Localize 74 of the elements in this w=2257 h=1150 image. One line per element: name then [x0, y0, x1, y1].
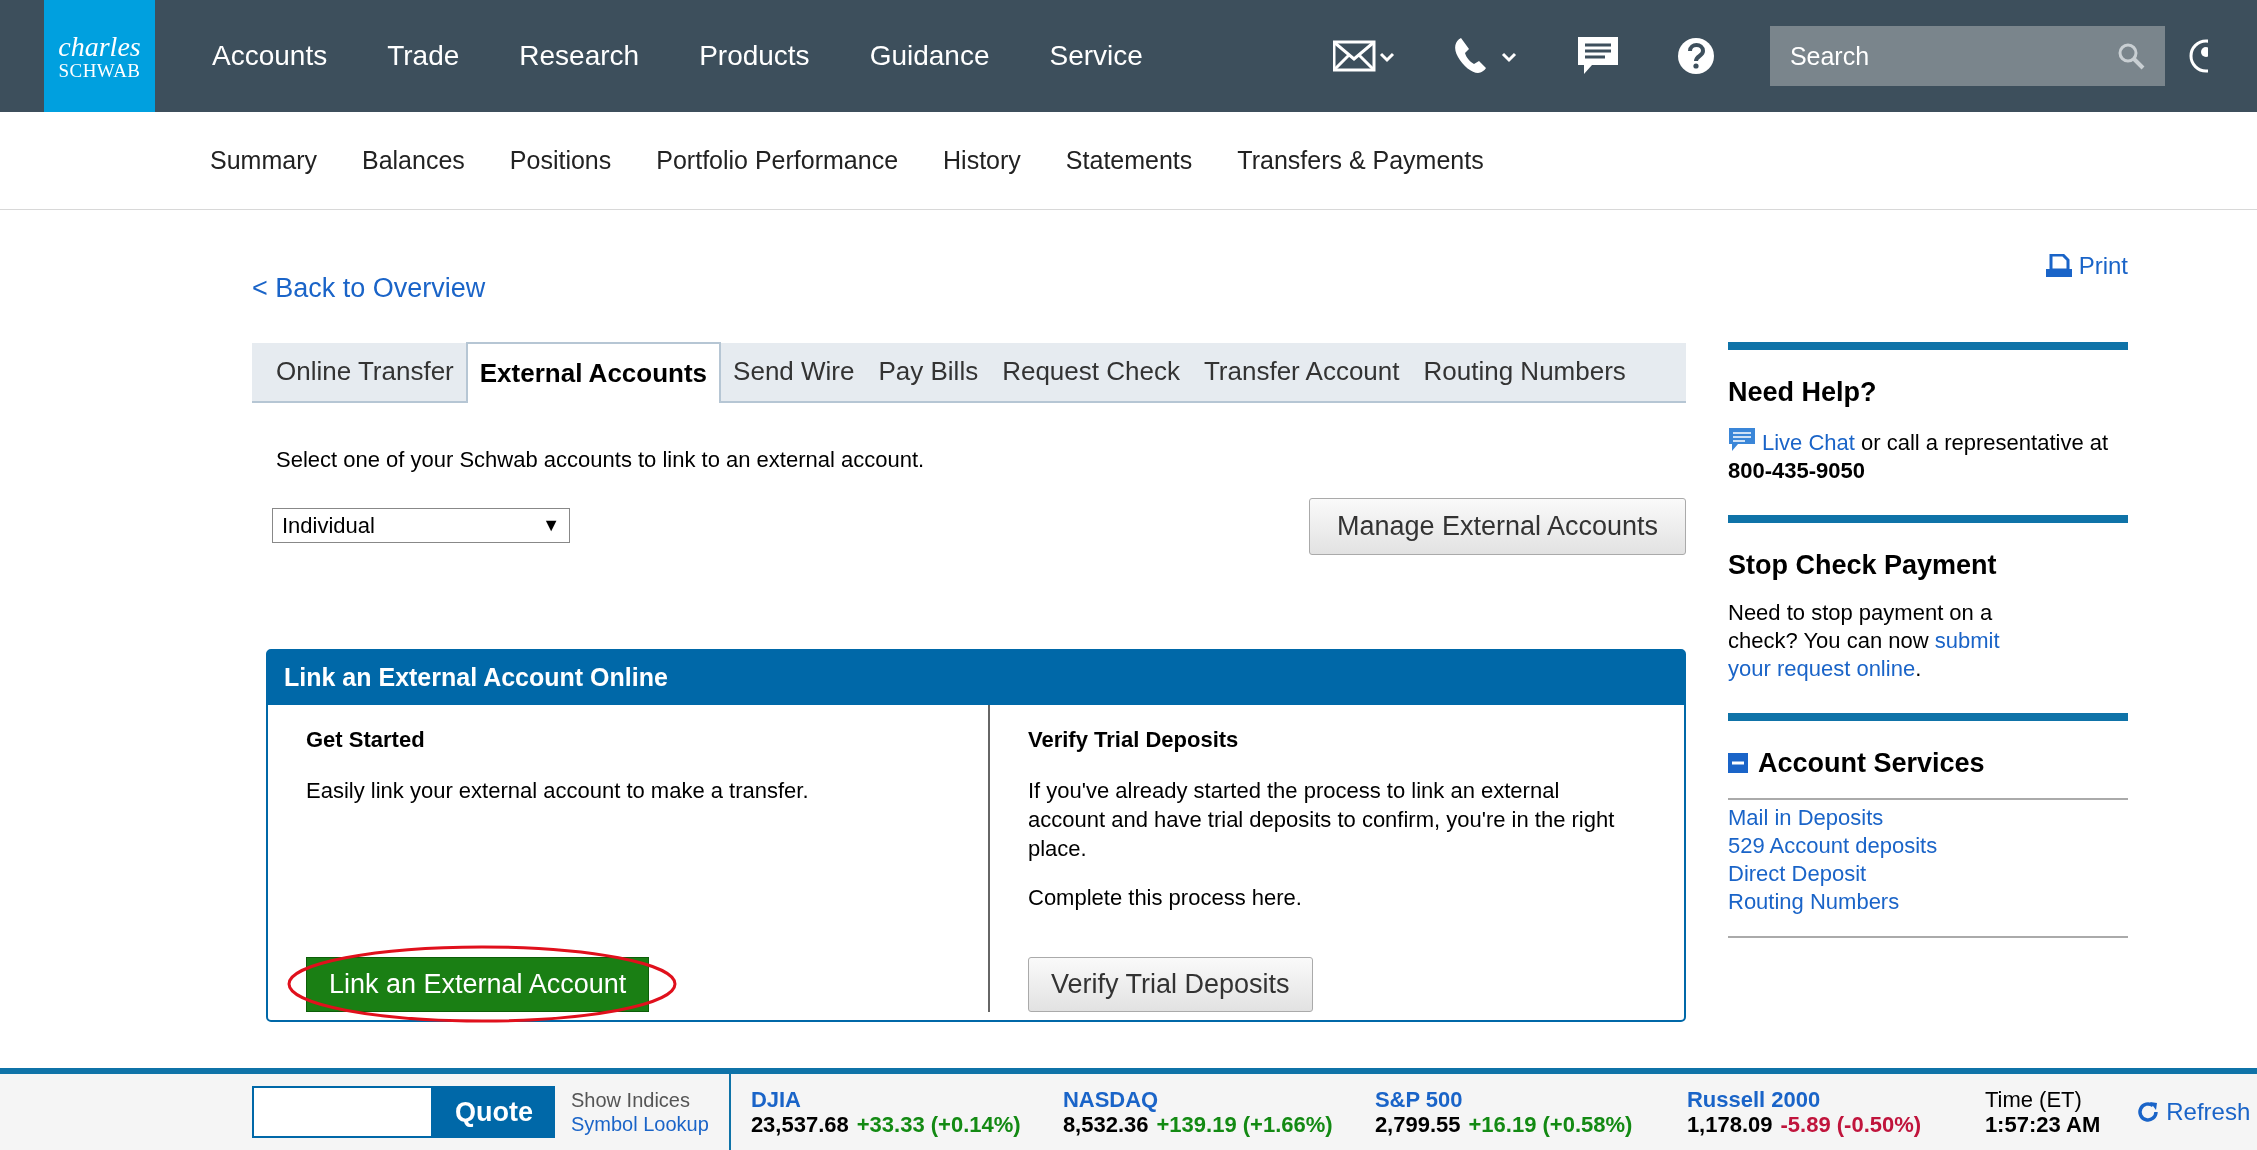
collapse-icon[interactable]: [1728, 753, 1748, 774]
time-value: 1:57:23 AM: [1984, 1112, 2101, 1137]
sidebar-link[interactable]: Routing Numbers: [1728, 887, 1900, 916]
manage-accounts-button[interactable]: Manage External Accounts: [1309, 497, 1686, 555]
subnav-link[interactable]: Statements: [1065, 141, 1193, 180]
back-link[interactable]: < Back to Overview: [252, 268, 486, 309]
tab[interactable]: Request Check: [990, 342, 1192, 401]
live-chat-link[interactable]: Live Chat: [1762, 429, 1855, 455]
sidebar-link[interactable]: Mail in Deposits: [1728, 803, 1884, 832]
link-account-button[interactable]: Link an External Account: [306, 956, 650, 1012]
panel-header: Link an External Account Online: [268, 650, 1684, 705]
index-value: 8,532.36: [1062, 1112, 1149, 1137]
printer-icon: [2044, 254, 2073, 278]
print-link[interactable]: Print: [2044, 248, 2128, 284]
phone-dropdown-icon[interactable]: [1452, 36, 1519, 76]
help-text: Live Chat or call a representative at 800-435-9050: [1728, 426, 2118, 485]
index-name-link[interactable]: NASDAQ: [1062, 1087, 1159, 1112]
column-text: Complete this process here.: [1028, 883, 1303, 912]
sidebar-heading: Account Services: [1758, 747, 1985, 780]
column-text: If you've already started the process to link an external account and have trial deposits to confirm, you're in the right place.: [1028, 776, 1616, 863]
submit-request-link[interactable]: submit: [1934, 628, 2000, 653]
nav-link[interactable]: Accounts: [212, 35, 328, 77]
subnav-link[interactable]: Positions: [509, 141, 612, 180]
refresh-icon: [2136, 1100, 2161, 1124]
index-value: 23,537.68: [750, 1112, 849, 1137]
sidebar-heading: Stop Check Payment: [1728, 548, 1998, 582]
tab[interactable]: Transfer Account: [1191, 342, 1412, 401]
subnav-link[interactable]: Balances: [361, 141, 465, 180]
nav-link[interactable]: Research: [519, 35, 640, 77]
account-dropdown[interactable]: Individual ▼: [272, 507, 570, 543]
index-change: +33.33 (+0.14%): [856, 1112, 1021, 1137]
subnav-link[interactable]: History: [943, 141, 1021, 180]
verify-deposits-button[interactable]: Verify Trial Deposits: [1028, 956, 1313, 1012]
column-text: Easily link your external account to make a transfer.: [306, 776, 810, 805]
search-field[interactable]: Search: [1769, 26, 2165, 86]
time-label: Time (ET): [1984, 1087, 2083, 1112]
sidebar-heading: Need Help?: [1728, 376, 1878, 409]
subnav-link[interactable]: Portfolio Performance: [656, 141, 899, 180]
user-icon[interactable]: [2187, 38, 2208, 74]
index-value: 1,178.09: [1686, 1112, 1773, 1137]
instruction-text: Select one of your Schwab accounts to link to an external account.: [276, 445, 926, 474]
tab[interactable]: External Accounts: [465, 341, 722, 403]
tab[interactable]: Routing Numbers: [1411, 342, 1638, 401]
refresh-link[interactable]: Refresh: [2136, 1094, 2251, 1130]
index-change: +139.19 (+1.66%): [1156, 1112, 1333, 1137]
tab[interactable]: Online Transfer: [264, 342, 466, 401]
sidebar-link[interactable]: 529 Account deposits: [1728, 831, 1938, 860]
index-name-link[interactable]: S&P 500: [1374, 1087, 1463, 1112]
show-indices-link[interactable]: Show Indices: [571, 1088, 690, 1112]
index-change: -5.89 (-0.50%): [1780, 1112, 1922, 1137]
quote-button[interactable]: Quote: [433, 1086, 555, 1138]
quote-input[interactable]: [252, 1086, 433, 1138]
help-icon[interactable]: [1676, 37, 1715, 75]
nav-link[interactable]: Trade: [387, 35, 460, 77]
subnav-link[interactable]: Summary: [210, 141, 317, 180]
index-name-link[interactable]: DJIA: [750, 1087, 801, 1112]
nav-link[interactable]: Service: [1049, 35, 1143, 77]
tab[interactable]: Pay Bills: [866, 342, 991, 401]
symbol-lookup-link[interactable]: Symbol Lookup: [571, 1112, 709, 1136]
chat-icon: [1728, 426, 1756, 453]
index-change: +16.19 (+0.58%): [1468, 1112, 1633, 1137]
chat-icon[interactable]: [1576, 36, 1619, 76]
index-name-link[interactable]: Russell 2000: [1686, 1087, 1821, 1112]
column-heading: Verify Trial Deposits: [1028, 725, 1240, 754]
nav-link[interactable]: Products: [699, 35, 810, 77]
stop-check-text: Need to stop payment on a check? You can now submit your request online.: [1728, 599, 2001, 683]
tab[interactable]: Send Wire: [721, 342, 867, 401]
submit-request-link[interactable]: your request online: [1728, 656, 1916, 681]
mail-dropdown-icon[interactable]: [1332, 39, 1395, 73]
index-value: 2,799.55: [1374, 1112, 1461, 1137]
nav-link[interactable]: Guidance: [869, 35, 990, 77]
column-heading: Get Started: [306, 725, 426, 754]
subnav-link[interactable]: Transfers & Payments: [1237, 141, 1484, 180]
sidebar-link[interactable]: Direct Deposit: [1728, 859, 1867, 888]
